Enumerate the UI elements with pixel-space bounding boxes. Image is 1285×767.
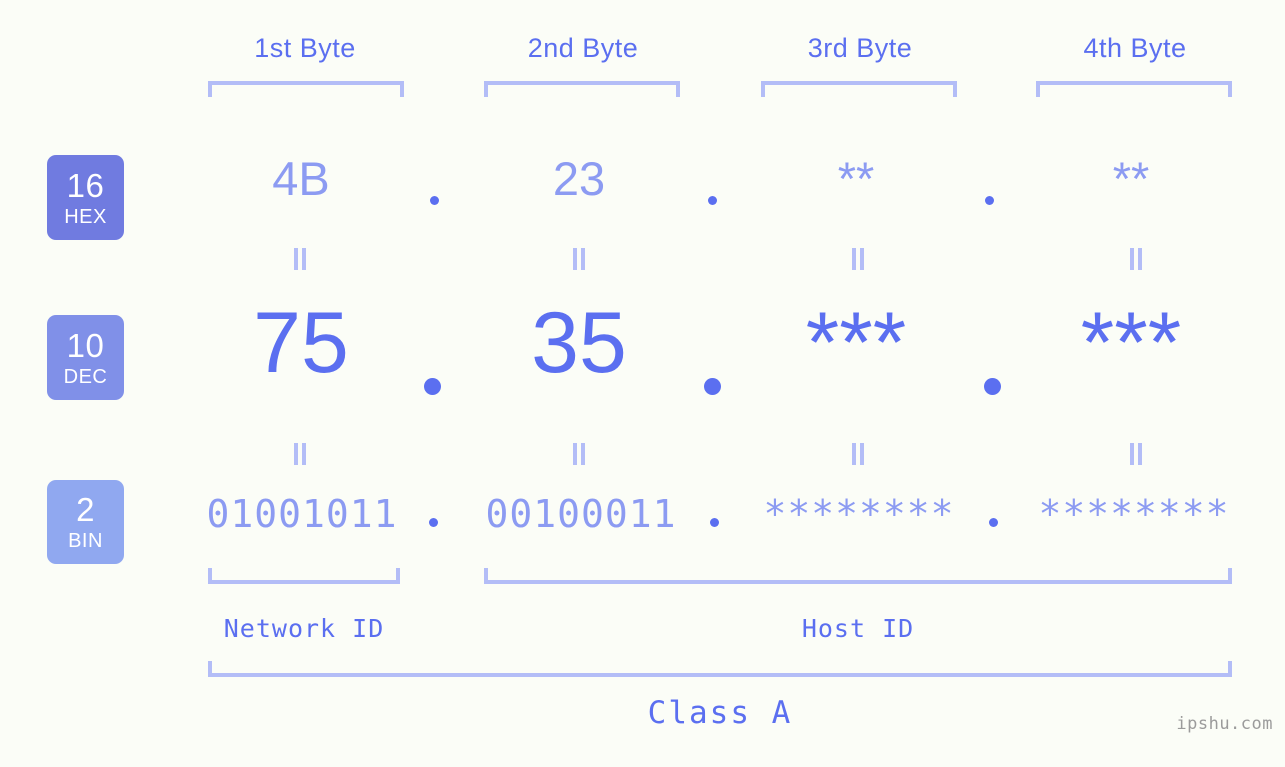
class-label: Class A [647, 695, 793, 731]
radix-badge-hex-number: 16 [66, 166, 105, 204]
equals-connector-hex-dec-4 [1128, 248, 1144, 270]
bin-octet-3: ******** [763, 492, 955, 536]
radix-badge-hex-name: HEX [64, 205, 107, 228]
byte-bracket-2 [484, 81, 680, 97]
equals-connector-dec-bin-1 [292, 443, 308, 465]
radix-badge-dec: 10 DEC [47, 315, 124, 400]
radix-badge-bin-number: 2 [76, 491, 95, 528]
network-id-bracket [208, 568, 400, 584]
dec-octet-3: *** [805, 295, 907, 391]
ip-address-breakdown-diagram: 1st Byte 2nd Byte 3rd Byte 4th Byte 16 H… [0, 0, 1285, 767]
byte-header-2: 2nd Byte [527, 33, 639, 63]
dec-octet-1: 75 [253, 295, 349, 391]
dec-separator-dot-3 [984, 378, 1001, 395]
hex-separator-dot-1 [430, 196, 439, 205]
hex-octet-4: ** [1112, 152, 1150, 205]
byte-header-4: 4th Byte [1083, 33, 1187, 63]
radix-badge-dec-number: 10 [66, 326, 105, 364]
radix-badge-hex: 16 HEX [47, 155, 124, 240]
bin-separator-dot-2 [710, 518, 719, 527]
byte-header-1: 1st Byte [254, 33, 356, 63]
bin-separator-dot-1 [429, 518, 438, 527]
equals-connector-dec-bin-2 [571, 443, 587, 465]
watermark: ipshu.com [1176, 714, 1273, 734]
hex-octet-3: ** [837, 152, 875, 205]
dec-octet-2: 35 [531, 295, 627, 391]
byte-bracket-3 [761, 81, 957, 97]
equals-connector-hex-dec-2 [571, 248, 587, 270]
equals-connector-dec-bin-4 [1128, 443, 1144, 465]
hex-separator-dot-2 [708, 196, 717, 205]
byte-header-3: 3rd Byte [807, 33, 913, 63]
radix-badge-bin: 2 BIN [47, 480, 124, 564]
byte-bracket-4 [1036, 81, 1232, 97]
host-id-bracket [484, 568, 1232, 584]
hex-octet-1: 4B [272, 152, 330, 205]
hex-separator-dot-3 [985, 196, 994, 205]
bin-octet-1: 01001011 [206, 492, 398, 536]
dec-octet-4: *** [1080, 295, 1182, 391]
radix-badge-bin-name: BIN [68, 530, 103, 552]
byte-bracket-1 [208, 81, 404, 97]
radix-badge-dec-name: DEC [63, 365, 108, 388]
equals-connector-hex-dec-1 [292, 248, 308, 270]
equals-connector-dec-bin-3 [850, 443, 866, 465]
dec-separator-dot-1 [424, 378, 441, 395]
host-id-label: Host ID [801, 614, 915, 643]
dec-separator-dot-2 [704, 378, 721, 395]
bin-separator-dot-3 [989, 518, 998, 527]
equals-connector-hex-dec-3 [850, 248, 866, 270]
bin-octet-2: 00100011 [485, 492, 677, 536]
network-id-label: Network ID [223, 614, 385, 643]
hex-octet-2: 23 [552, 152, 606, 205]
bin-octet-4: ******** [1038, 492, 1230, 536]
class-bracket [208, 661, 1232, 677]
